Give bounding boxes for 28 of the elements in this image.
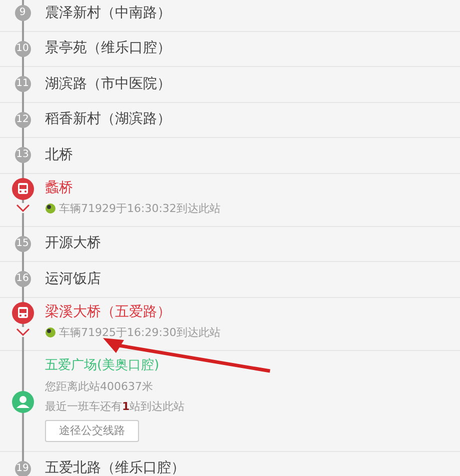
station-name[interactable]: 五爱北路（维乐口腔） (45, 458, 185, 476)
station-number: 9 (14, 5, 30, 22)
station-number: 13 (14, 147, 30, 164)
station-name[interactable]: 稻香新村（湖滨路） (45, 109, 171, 130)
station-number: 11 (14, 76, 30, 92)
station-number: 15 (14, 236, 30, 252)
vehicle-icon (45, 203, 56, 214)
distance-text: 您距离此站400637米 (45, 379, 154, 395)
user-location-icon (12, 390, 34, 412)
station-name[interactable]: 蠡桥 (45, 178, 220, 198)
vehicle-arrival: 车辆71929于16:30:32到达此站 (59, 200, 220, 216)
station-number: 16 (14, 271, 30, 288)
station-number: 12 (14, 112, 30, 128)
station-name[interactable]: 湖滨路（市中医院） (45, 74, 171, 95)
vehicle-arrival: 车辆71925于16:29:30到达此站 (59, 324, 220, 340)
vehicle-icon (45, 327, 56, 338)
bus-lines-button[interactable]: 途径公交线路 (45, 420, 139, 442)
station-name[interactable]: 开源大桥 (45, 233, 101, 254)
station-number: 19 (14, 460, 30, 476)
station-name[interactable]: 梁溪大桥（五爱路） (45, 302, 220, 322)
bus-icon (12, 178, 34, 200)
station-name[interactable]: 运河饭店 (45, 268, 101, 290)
next-bus-text: 最近一班车还有1站到达此站 (45, 398, 185, 414)
station-name[interactable]: 北桥 (45, 144, 73, 166)
bus-icon (12, 302, 34, 324)
station-number: 10 (14, 40, 30, 57)
station-name[interactable]: 景亭苑（维乐口腔） (45, 38, 171, 60)
station-name[interactable]: 震泽新村（中南路） (45, 2, 171, 24)
